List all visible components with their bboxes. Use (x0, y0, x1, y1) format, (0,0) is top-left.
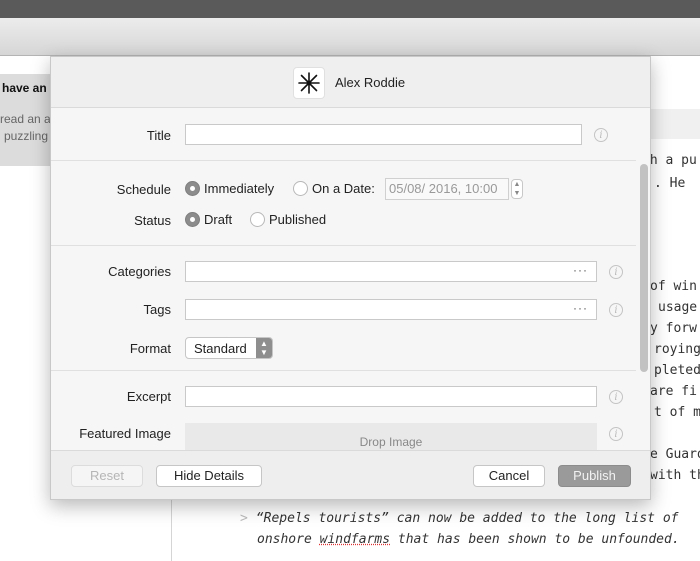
title-label: Title (146, 128, 171, 143)
radio-label: On a Date: (312, 181, 375, 196)
radio-label: Published (269, 212, 327, 227)
tags-label: Tags (143, 302, 171, 317)
status-published-radio[interactable]: Published (250, 212, 326, 227)
excerpt-input[interactable] (185, 386, 597, 407)
more-options-icon[interactable]: ··· (573, 301, 588, 315)
radio-label: Immediately (204, 181, 275, 196)
schedule-on-date-radio[interactable]: On a Date: (293, 181, 375, 196)
radio-indicator (185, 181, 200, 196)
radio-indicator (250, 212, 265, 227)
reset-button[interactable]: Reset (71, 465, 143, 487)
account-avatar[interactable] (293, 67, 325, 99)
editor-line: t of m (654, 405, 700, 420)
publish-dialog: Alex Roddie Title i Schedule Immediately… (50, 56, 651, 500)
info-icon[interactable]: i (594, 128, 608, 142)
section-divider (51, 160, 636, 161)
format-label: Format (129, 341, 171, 356)
excerpt-label: Excerpt (126, 389, 171, 404)
asterisk-star-icon (298, 72, 320, 94)
blockquote-line: onshore windfarms that has been shown to… (257, 532, 680, 547)
chevron-down-icon: ▼ (513, 190, 521, 197)
section-divider (51, 245, 636, 246)
select-arrows-icon: ▲ ▼ (256, 338, 272, 358)
editor-line: pleted (654, 363, 700, 378)
status-draft-radio[interactable]: Draft (185, 212, 232, 227)
dialog-form-scroll-area: Title i Schedule Immediately On a Date: … (51, 109, 650, 463)
section-divider (51, 370, 636, 371)
format-value: Standard (194, 341, 247, 356)
post-title: have an (2, 81, 47, 95)
account-name: Alex Roddie (335, 75, 406, 90)
format-select[interactable]: Standard ▲ ▼ (185, 337, 273, 359)
featured-image-label: Featured Image (79, 426, 171, 441)
categories-input[interactable]: ··· (185, 261, 597, 282)
radio-indicator (293, 181, 308, 196)
window-titlebar (0, 0, 700, 18)
cancel-button[interactable]: Cancel (473, 465, 545, 487)
hide-details-button[interactable]: Hide Details (156, 465, 262, 487)
info-icon[interactable]: i (609, 265, 623, 279)
publish-button[interactable]: Publish (558, 465, 631, 487)
editor-line: e Guard (650, 447, 700, 462)
editor-line: are fi (650, 384, 697, 399)
schedule-immediately-radio[interactable]: Immediately (185, 181, 274, 196)
tags-input[interactable]: ··· (185, 299, 597, 320)
categories-label: Categories (108, 264, 171, 279)
blockquote-text: that has been shown to be unfounded. (390, 532, 680, 547)
dialog-footer: Reset Hide Details Cancel Publish (51, 450, 650, 499)
info-icon[interactable]: i (609, 303, 623, 317)
post-snippet-line: read an a (0, 112, 51, 126)
blockquote-text: “Repels tourists” can now be added to th… (255, 511, 679, 526)
editor-line: . He (654, 176, 686, 191)
blockquote-text: onshore (257, 532, 320, 547)
more-options-icon[interactable]: ··· (573, 263, 588, 277)
title-input[interactable] (185, 124, 582, 145)
radio-indicator (185, 212, 200, 227)
form-scrollbar[interactable] (640, 164, 648, 372)
editor-line: roying (654, 342, 700, 357)
chevron-up-icon: ▲ (513, 181, 521, 188)
status-label: Status (134, 213, 171, 228)
blockquote-marker: > (240, 511, 248, 526)
post-snippet-line: puzzling (4, 129, 49, 143)
radio-label: Draft (204, 212, 233, 227)
schedule-label: Schedule (116, 182, 171, 197)
blockquote-line: > “Repels tourists” can now be added to t… (240, 511, 678, 526)
date-stepper[interactable]: ▲ ▼ (511, 179, 523, 199)
window-toolbar (0, 18, 700, 56)
schedule-date-field[interactable]: 05/08/ 2016, 10:00 (385, 178, 509, 200)
info-icon[interactable]: i (609, 390, 623, 404)
dialog-header: Alex Roddie (51, 57, 650, 108)
editor-line: usage (658, 300, 698, 315)
drop-zone-text: Drop Image (359, 435, 423, 449)
editor-line: y forw (650, 321, 697, 336)
misspelled-word[interactable]: windfarms (320, 532, 390, 547)
editor-line: of win (650, 279, 697, 294)
info-icon[interactable]: i (609, 427, 623, 441)
editor-line: with th (650, 468, 700, 483)
